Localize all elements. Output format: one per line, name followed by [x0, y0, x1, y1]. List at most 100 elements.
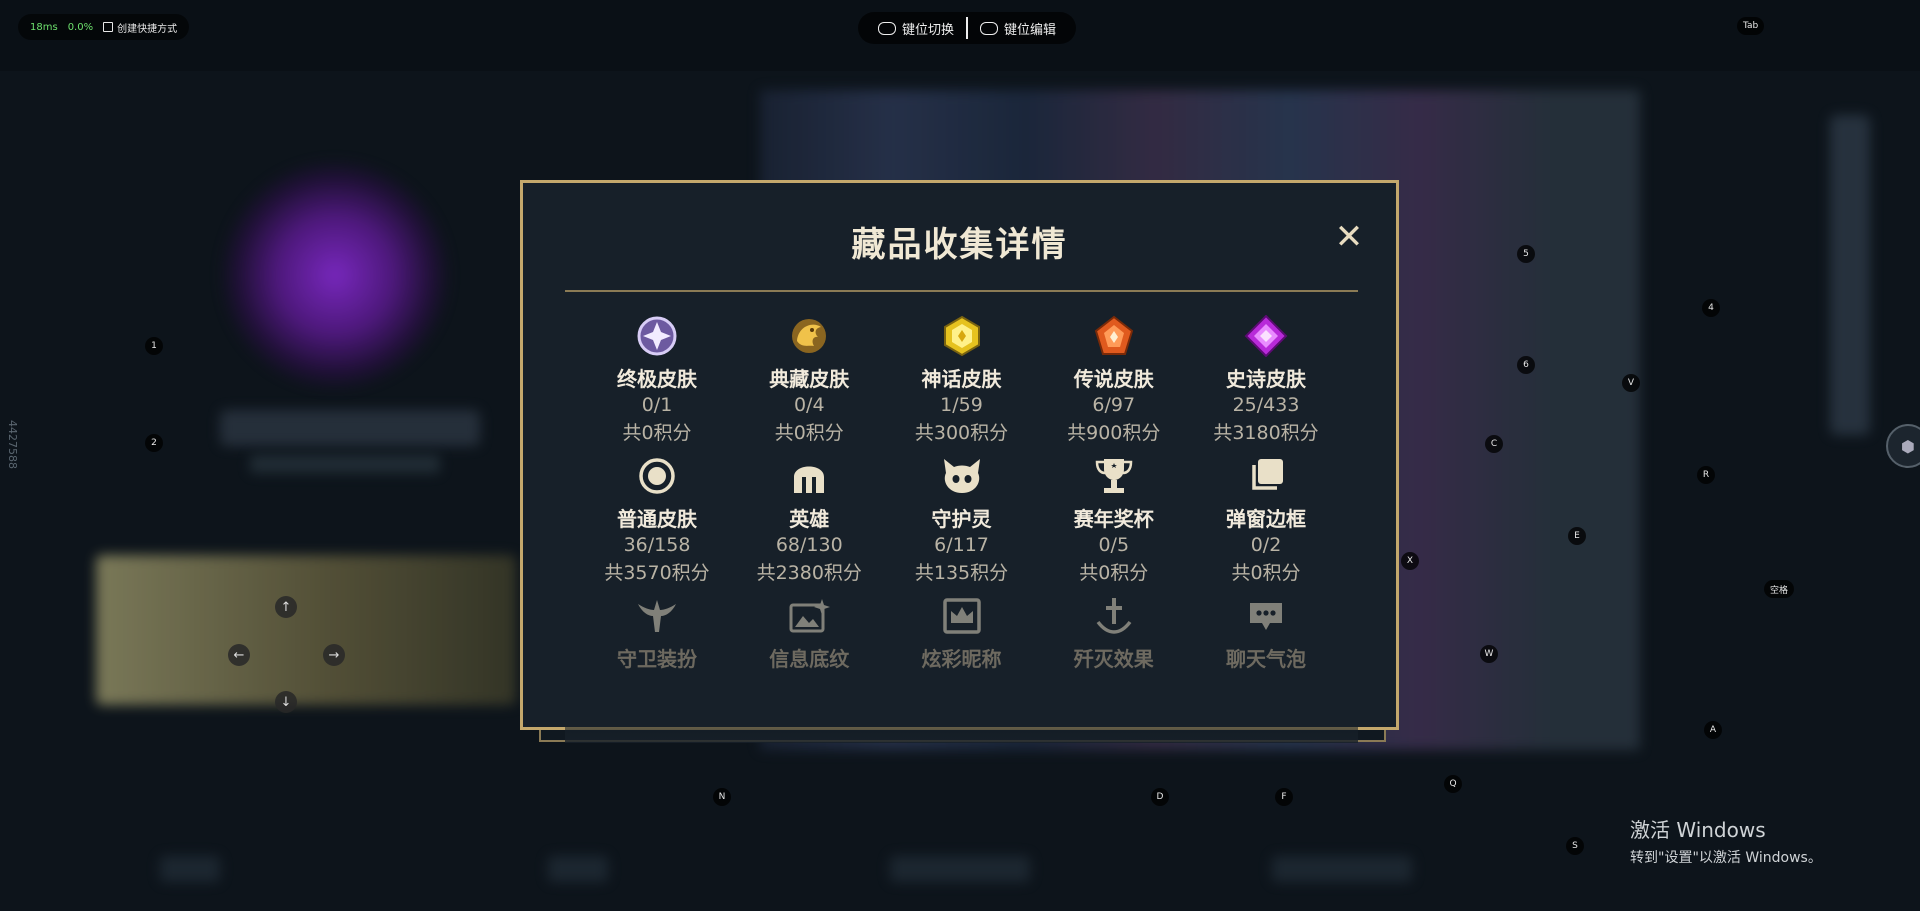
key-hint-f: F: [1275, 788, 1293, 806]
bottom-nav-item: [548, 856, 608, 882]
item-name: 信息底纹: [769, 647, 850, 671]
modal-title: 藏品收集详情: [851, 225, 1068, 265]
gamepad-icon: [980, 21, 999, 35]
latency-text: 18ms: [30, 21, 58, 33]
collection-item[interactable]: 弹窗边框 0/2 共0积分: [1196, 453, 1336, 593]
trophy-icon: [1095, 459, 1133, 493]
collection-item[interactable]: 神话皮肤 1/59 共300积分: [892, 313, 1032, 453]
mythic-gem-icon: [943, 315, 980, 357]
key-hint-tab: Tab: [1737, 17, 1765, 35]
shortcut-icon: [103, 22, 114, 32]
packet-loss-text: 0.0%: [67, 21, 94, 33]
item-name: 赛年奖杯: [1073, 507, 1154, 531]
collection-item[interactable]: 普通皮肤 36/158 共3570积分: [587, 453, 727, 593]
collection-item[interactable]: 终极皮肤 0/1 共0积分: [587, 313, 727, 453]
item-points: 共300积分: [914, 422, 1009, 444]
keymap-switch-label: 键位切换: [902, 22, 955, 38]
item-points: 共3180积分: [1213, 422, 1319, 444]
item-name: 神话皮肤: [921, 367, 1002, 391]
perf-overlay: 18ms 0.0% 创建快捷方式: [18, 14, 190, 40]
create-shortcut-label: 创建快捷方式: [117, 23, 178, 35]
collection-item[interactable]: 炫彩昵称: [892, 593, 1032, 675]
key-hint-r: R: [1697, 466, 1715, 484]
collection-item[interactable]: 英雄 68/130 共2380积分: [739, 453, 879, 593]
item-points: 共0积分: [1231, 562, 1301, 584]
close-button[interactable]: ✕: [1331, 219, 1367, 255]
collection-item[interactable]: 歼灭效果: [1044, 593, 1184, 675]
item-points: 共0积分: [1079, 562, 1149, 584]
activation-title: 激活 Windows: [1630, 818, 1766, 842]
collection-item[interactable]: 史诗皮肤 25/433 共3180积分: [1196, 313, 1336, 453]
key-hint-space: 空格: [1764, 580, 1795, 598]
helmet-icon: [794, 466, 825, 493]
key-hint-v: V: [1622, 374, 1640, 392]
item-points: 共3570积分: [604, 562, 710, 584]
side-id-text: 4427588: [6, 420, 19, 469]
key-hint-d: D: [1151, 788, 1169, 806]
collection-item[interactable]: 守卫装扮: [587, 593, 727, 675]
item-count: 25/433: [1232, 394, 1300, 416]
collection-item[interactable]: 聊天气泡: [1196, 593, 1336, 675]
bottom-nav-item: [1272, 856, 1412, 882]
keymap-edit-button[interactable]: 键位编辑: [972, 19, 1064, 38]
ring-icon: [639, 458, 675, 494]
collection-item[interactable]: 传说皮肤 6/97 共900积分: [1044, 313, 1184, 453]
key-hint-4: 4: [1702, 299, 1720, 317]
ward-icon: [638, 600, 676, 632]
bottom-nav-item: [890, 856, 1030, 882]
keymap-switch-button[interactable]: 键位切换: [870, 19, 962, 38]
item-name: 普通皮肤: [617, 507, 697, 531]
arrow-left-icon[interactable]: ←: [228, 644, 250, 666]
item-points: 共0积分: [774, 422, 844, 444]
item-name: 守卫装扮: [617, 647, 697, 671]
banner-card: [96, 555, 516, 705]
key-hint-n: N: [713, 788, 731, 806]
right-sidebar: [1830, 115, 1870, 435]
arrow-up-icon[interactable]: ↑: [275, 596, 297, 618]
arrow-right-icon[interactable]: →: [323, 644, 345, 666]
sword-icon: [1096, 598, 1132, 634]
title-divider: [565, 290, 1358, 292]
key-hint-q: Q: [1444, 775, 1462, 793]
profile-sub-placeholder: [250, 455, 440, 473]
item-name: 弹窗边框: [1226, 507, 1306, 531]
collection-item[interactable]: 守护灵 6/117 共135积分: [892, 453, 1032, 593]
item-name: 传说皮肤: [1073, 367, 1154, 391]
arrow-down-icon[interactable]: ↓: [275, 691, 297, 713]
item-name: 聊天气泡: [1226, 647, 1306, 671]
item-count: 0/5: [1098, 534, 1130, 556]
item-count: 0/2: [1250, 534, 1282, 556]
crown-icon: [942, 598, 981, 634]
item-points: 共2380积分: [756, 562, 862, 584]
item-name: 史诗皮肤: [1226, 367, 1306, 391]
keymap-toolbar: 键位切换 键位编辑: [858, 12, 1077, 44]
legendary-gem-icon: [1094, 315, 1133, 355]
profile-emblem: [220, 160, 450, 390]
item-name: 炫彩昵称: [921, 647, 1002, 671]
activation-subtitle: 转到"设置"以激活 Windows。: [1630, 850, 1822, 866]
collection-item[interactable]: 信息底纹: [739, 593, 879, 675]
item-name: 守护灵: [931, 507, 992, 531]
collection-row: 守卫装扮 信息底纹 炫彩昵称 歼灭效果 聊天气泡: [565, 593, 1358, 675]
chat-bubble-icon: [1250, 603, 1282, 630]
ultimate-gem-icon: [637, 316, 677, 356]
key-hint-2: 2: [145, 434, 163, 452]
create-shortcut-button[interactable]: 创建快捷方式: [103, 20, 177, 35]
collection-item[interactable]: 典藏皮肤 0/4 共0积分: [739, 313, 879, 453]
item-name: 英雄: [789, 507, 830, 531]
key-hint-5: 5: [1517, 245, 1535, 263]
item-count: 36/158: [623, 534, 691, 556]
collection-row: 终极皮肤 0/1 共0积分 典藏皮肤 0/4 共0积分 神话皮肤 1/59 共3…: [565, 313, 1358, 453]
key-hint-a: A: [1704, 721, 1722, 739]
profile-name-placeholder: [220, 410, 480, 446]
key-hint-s: S: [1566, 837, 1584, 855]
bottom-nav-item: [160, 856, 220, 882]
collection-item[interactable]: 赛年奖杯 0/5 共0积分: [1044, 453, 1184, 593]
gamepad-icon: [878, 21, 896, 35]
item-name: 歼灭效果: [1073, 647, 1154, 671]
card-icon: [789, 599, 831, 633]
key-hint-e: E: [1568, 527, 1586, 545]
key-hint-c: C: [1485, 435, 1503, 453]
windows-activation-watermark: 激活 Windows 转到"设置"以激活 Windows。: [1630, 814, 1822, 867]
item-count: 6/97: [1092, 394, 1136, 416]
